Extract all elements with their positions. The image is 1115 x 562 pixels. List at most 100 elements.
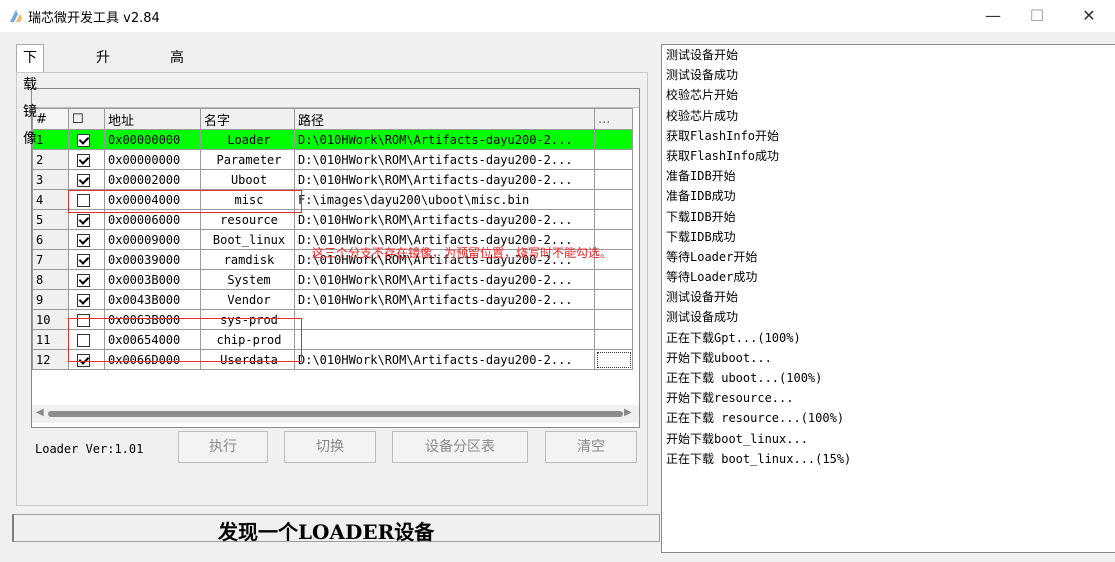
tab-advanced[interactable]: 高级功能 (170, 46, 184, 138)
row-checkbox[interactable] (68, 169, 105, 190)
row-address: 0x00002000 (104, 169, 201, 190)
row-path: D:\010HWork\ROM\Artifacts-dayu200-2... (294, 349, 595, 370)
horizontal-scrollbar[interactable]: ◀ ▶ (32, 405, 639, 423)
table-row[interactable]: 1 0x00000000 Loader D:\010HWork\ROM\Artifac… (32, 129, 633, 150)
checkbox[interactable] (77, 213, 90, 227)
checkbox[interactable] (77, 253, 90, 267)
checkbox[interactable] (77, 133, 90, 147)
annotation-note: 这三个分支不存在镜像，为预留位置，烧写时不能勾选。 (312, 246, 613, 260)
row-address: 0x00039000 (104, 249, 201, 270)
log-line: 获取FlashInfo开始 (666, 128, 780, 143)
row-checkbox[interactable] (68, 129, 105, 150)
checkbox[interactable] (77, 273, 90, 287)
row-index: 2 (32, 149, 69, 170)
title-bar: 瑞芯微开发工具 v2.84 — ☐ ✕ (0, 0, 1115, 32)
execute-button[interactable]: 执行 (178, 431, 268, 463)
header-name[interactable]: 名字 (200, 108, 295, 130)
loader-version: Loader Ver:1.01 (35, 442, 144, 456)
row-browse-button[interactable] (594, 269, 633, 290)
row-browse-button[interactable] (594, 209, 633, 230)
partition-table-button[interactable]: 设备分区表 (392, 431, 528, 463)
table-row[interactable]: 2 0x00000000 Parameter D:\010HWork\ROM\Arti… (32, 149, 633, 170)
log-line: 测试设备开始 (666, 290, 739, 305)
app-icon (10, 10, 22, 22)
row-path: D:\010HWork\ROM\Artifacts-dayu200-2... (294, 169, 595, 190)
header-more[interactable]: ... (594, 108, 633, 130)
row-browse-button[interactable] (594, 189, 633, 210)
row-address: 0x0043B000 (104, 289, 201, 310)
row-index: 10 (32, 309, 69, 330)
log-line: 正在下载 boot_linux...(15%) (666, 451, 852, 466)
row-name: Vendor (200, 289, 295, 310)
log-line: 开始下载boot_linux... (666, 431, 808, 446)
row-name: ramdisk (200, 249, 295, 270)
row-address: 0x00000000 (104, 149, 201, 170)
log-line: 等待Loader开始 (666, 249, 758, 264)
maximize-button[interactable]: ☐ (1014, 4, 1060, 28)
row-path (294, 309, 595, 330)
row-name: Parameter (200, 149, 295, 170)
switch-button[interactable]: 切换 (284, 431, 376, 463)
row-checkbox[interactable] (68, 229, 105, 250)
row-path (294, 329, 595, 350)
minimize-button[interactable]: — (970, 4, 1016, 28)
checkbox[interactable] (77, 233, 90, 247)
row-index: 6 (32, 229, 69, 250)
log-line: 校验芯片开始 (666, 88, 739, 103)
log-line: 测试设备成功 (666, 310, 739, 325)
table-header: # ☐ 地址 名字 路径 ... (32, 108, 633, 130)
log-line: 等待Loader成功 (666, 270, 758, 285)
annotation-box-misc (68, 190, 302, 213)
row-address: 0x00000000 (104, 129, 201, 150)
header-path[interactable]: 路径 (294, 108, 595, 130)
header-address[interactable]: 地址 (104, 108, 201, 130)
table-row[interactable]: 3 0x00002000 Uboot D:\010HWork\ROM\Artifact… (32, 169, 633, 190)
row-browse-button[interactable] (594, 309, 633, 330)
close-button[interactable]: ✕ (1066, 4, 1112, 28)
window-title: 瑞芯微开发工具 v2.84 (28, 11, 160, 26)
row-path: F:\images\dayu200\uboot\misc.bin (294, 189, 595, 210)
log-line: 开始下载uboot... (666, 350, 772, 365)
log-line: 正在下载 resource...(100%) (666, 411, 845, 426)
row-browse-button[interactable] (594, 349, 633, 370)
row-name: Loader (200, 129, 295, 150)
log-line: 测试设备成功 (666, 68, 739, 83)
checkbox[interactable] (77, 173, 90, 187)
log-line: 获取FlashInfo成功 (666, 148, 780, 163)
row-browse-button[interactable] (594, 329, 633, 350)
row-index: 8 (32, 269, 69, 290)
row-checkbox[interactable] (68, 149, 105, 170)
checkbox[interactable] (77, 153, 90, 167)
tab-upgrade-firmware[interactable]: 升级固件 (96, 46, 110, 138)
log-line: 准备IDB开始 (666, 169, 736, 184)
tab-download-image[interactable]: 下载镜像 (16, 44, 44, 147)
scrollbar-thumb[interactable] (48, 411, 623, 417)
row-browse-button[interactable] (594, 289, 633, 310)
log-panel[interactable]: 测试设备开始 测试设备成功 校验芯片开始 校验芯片成功获取FlashInfo开始 获取F… (661, 44, 1115, 553)
row-browse-button[interactable] (594, 149, 633, 170)
scroll-right-icon[interactable]: ▶ (624, 407, 632, 418)
log-line: 开始下载resource... (666, 391, 794, 406)
header-index[interactable]: # (32, 108, 69, 130)
annotation-box-prod (68, 318, 302, 362)
row-checkbox[interactable] (68, 269, 105, 290)
row-index: 9 (32, 289, 69, 310)
row-path: D:\010HWork\ROM\Artifacts-dayu200-2... (294, 209, 595, 230)
row-checkbox[interactable] (68, 249, 105, 270)
row-checkbox[interactable] (68, 289, 105, 310)
scroll-left-icon[interactable]: ◀ (36, 407, 44, 418)
row-name: System (200, 269, 295, 290)
row-browse-button[interactable] (594, 129, 633, 150)
row-index: 4 (32, 189, 69, 210)
checkbox[interactable] (77, 293, 90, 307)
table-row[interactable]: 9 0x0043B000 Vendor D:\010HWork\ROM\Artifac… (32, 289, 633, 310)
log-line: 校验芯片成功 (666, 108, 739, 123)
log-line: 正在下载Gpt...(100%) (666, 330, 801, 345)
table-row[interactable]: 8 0x0003B000 System D:\010HWork\ROM\Artifac… (32, 269, 633, 290)
header-check-all[interactable]: ☐ (68, 108, 105, 130)
log-line: 准备IDB成功 (666, 189, 736, 204)
clear-button[interactable]: 清空 (545, 431, 637, 463)
log-line: 下载IDB开始 (666, 209, 736, 224)
status-text: 发现一个LOADER设备 (218, 520, 435, 544)
row-browse-button[interactable] (594, 169, 633, 190)
